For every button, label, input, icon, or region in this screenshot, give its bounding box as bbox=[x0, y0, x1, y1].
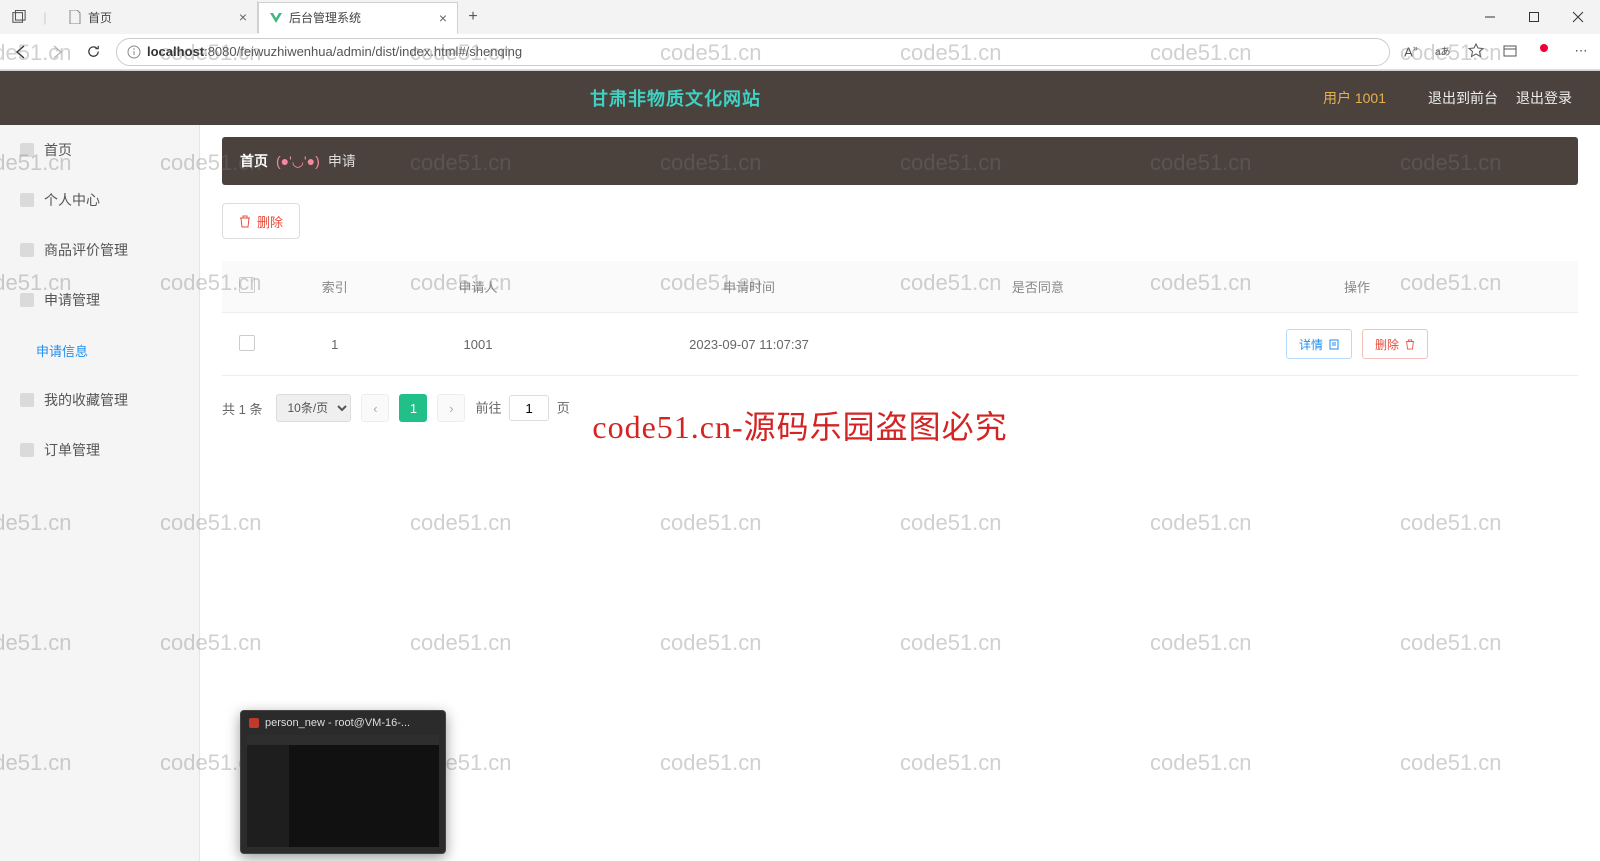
url-input[interactable]: localhost:8080/feiwuzhiwenhua/admin/dist… bbox=[116, 38, 1390, 66]
jump-to-page: 前往 页 bbox=[475, 395, 569, 421]
table-header-row: 索引 申请人 申请时间 是否同意 操作 bbox=[222, 261, 1578, 313]
cell-apply-time: 2023-09-07 11:07:37 bbox=[558, 313, 939, 376]
tab-divider: | bbox=[32, 4, 58, 30]
window-controls bbox=[1468, 2, 1600, 32]
vue-icon bbox=[269, 11, 283, 25]
close-icon[interactable]: × bbox=[239, 9, 247, 25]
back-button[interactable] bbox=[8, 39, 34, 65]
taskbar-thumbnail[interactable]: person_new - root@VM-16-... bbox=[240, 710, 446, 854]
th-apply-time: 申请时间 bbox=[558, 261, 939, 313]
sidebar-item-favorites[interactable]: 我的收藏管理 bbox=[0, 375, 199, 425]
file-icon bbox=[68, 10, 82, 24]
browser-chrome: | 首页 × 后台管理系统 × + bbox=[0, 0, 1600, 71]
sidebar-item-review[interactable]: 商品评价管理 bbox=[0, 225, 199, 275]
browser-tab-1[interactable]: 后台管理系统 × bbox=[258, 2, 458, 34]
order-icon bbox=[20, 443, 34, 457]
close-window-button[interactable] bbox=[1556, 2, 1600, 32]
browser-tab-0[interactable]: 首页 × bbox=[58, 1, 258, 33]
select-all-checkbox[interactable] bbox=[239, 277, 255, 293]
jump-input[interactable] bbox=[509, 395, 549, 421]
page-1-button[interactable]: 1 bbox=[399, 394, 427, 422]
thumbnail-preview bbox=[247, 735, 439, 847]
data-table: 索引 申请人 申请时间 是否同意 操作 1 1001 2023-09-07 11… bbox=[222, 261, 1578, 376]
th-ops: 操作 bbox=[1136, 261, 1578, 313]
toolbar: 删除 bbox=[222, 203, 1578, 239]
maximize-button[interactable] bbox=[1512, 2, 1556, 32]
app-icon bbox=[249, 718, 259, 728]
sidebar: 首页 个人中心 商品评价管理 申请管理 申请信息 我的收藏管理 订单管理 bbox=[0, 125, 200, 861]
th-applicant: 申请人 bbox=[398, 261, 559, 313]
favorite-icon bbox=[20, 393, 34, 407]
apply-icon bbox=[20, 293, 34, 307]
sidebar-item-home[interactable]: 首页 bbox=[0, 125, 199, 175]
tab-label: 后台管理系统 bbox=[289, 9, 433, 26]
th-index: 索引 bbox=[272, 261, 398, 313]
translate-icon[interactable]: aあ bbox=[1434, 43, 1456, 59]
collections-icon[interactable] bbox=[1502, 43, 1524, 59]
link-logout[interactable]: 退出登录 bbox=[1516, 88, 1572, 108]
delete-button[interactable]: 删除 bbox=[222, 203, 300, 239]
new-tab-button[interactable]: + bbox=[458, 8, 488, 26]
url-text: localhost:8080/feiwuzhiwenhua/admin/dist… bbox=[147, 44, 522, 59]
forward-button[interactable] bbox=[44, 39, 70, 65]
tab-label: 首页 bbox=[88, 9, 233, 26]
th-agree: 是否同意 bbox=[940, 261, 1136, 313]
sidebar-item-orders[interactable]: 订单管理 bbox=[0, 425, 199, 475]
row-ops: 详情 删除 bbox=[1146, 329, 1568, 359]
doc-icon bbox=[1329, 339, 1339, 350]
svg-text:aあ: aあ bbox=[1435, 46, 1450, 58]
minimize-button[interactable] bbox=[1468, 2, 1512, 32]
favorites-icon[interactable] bbox=[1468, 43, 1490, 59]
breadcrumb-home[interactable]: 首页 bbox=[240, 151, 268, 171]
sidebar-item-profile[interactable]: 个人中心 bbox=[0, 175, 199, 225]
refresh-button[interactable] bbox=[80, 39, 106, 65]
trash-icon bbox=[1405, 339, 1415, 350]
read-aloud-icon[interactable]: A» bbox=[1400, 43, 1422, 59]
app-header: 甘肃非物质文化网站 用户 1001 退出到前台 退出登录 bbox=[0, 71, 1600, 125]
breadcrumb: 首页 (●'◡'●) 申请 bbox=[222, 137, 1578, 185]
pagination: 共 1 条 10条/页 ‹ 1 › 前往 页 bbox=[222, 394, 1578, 422]
prev-page-button[interactable]: ‹ bbox=[361, 394, 389, 422]
cell-applicant: 1001 bbox=[398, 313, 559, 376]
tab-group-icon[interactable] bbox=[6, 4, 32, 30]
site-title: 甘肃非物质文化网站 bbox=[28, 85, 1323, 111]
tab-bar: | 首页 × 后台管理系统 × + bbox=[0, 0, 1600, 34]
toolbar-right: A» aあ ⋯ bbox=[1400, 43, 1592, 59]
table-row: 1 1001 2023-09-07 11:07:37 详情 bbox=[222, 313, 1578, 376]
thumbnail-title: person_new - root@VM-16-... bbox=[241, 711, 445, 735]
user-info[interactable]: 用户 1001 bbox=[1323, 88, 1386, 108]
address-bar: localhost:8080/feiwuzhiwenhua/admin/dist… bbox=[0, 34, 1600, 70]
next-page-button[interactable]: › bbox=[437, 394, 465, 422]
row-checkbox[interactable] bbox=[239, 335, 255, 351]
detail-button[interactable]: 详情 bbox=[1286, 329, 1352, 359]
more-icon[interactable]: ⋯ bbox=[1570, 43, 1592, 59]
breadcrumb-face-icon: (●'◡'●) bbox=[276, 153, 320, 170]
user-icon bbox=[20, 193, 34, 207]
page-size-select[interactable]: 10条/页 bbox=[276, 394, 351, 422]
review-icon bbox=[20, 243, 34, 257]
sidebar-item-apply-info[interactable]: 申请信息 bbox=[0, 325, 199, 375]
cell-agree bbox=[940, 313, 1136, 376]
row-delete-button[interactable]: 删除 bbox=[1362, 329, 1428, 359]
cell-index: 1 bbox=[272, 313, 398, 376]
sidebar-item-apply[interactable]: 申请管理 bbox=[0, 275, 199, 325]
breadcrumb-current: 申请 bbox=[328, 151, 356, 171]
pagination-total: 共 1 条 bbox=[222, 399, 262, 418]
site-info-icon[interactable] bbox=[127, 45, 141, 59]
close-icon[interactable]: × bbox=[439, 10, 447, 26]
trash-icon bbox=[239, 215, 251, 228]
link-to-front[interactable]: 退出到前台 bbox=[1428, 88, 1498, 108]
home-icon bbox=[20, 143, 34, 157]
